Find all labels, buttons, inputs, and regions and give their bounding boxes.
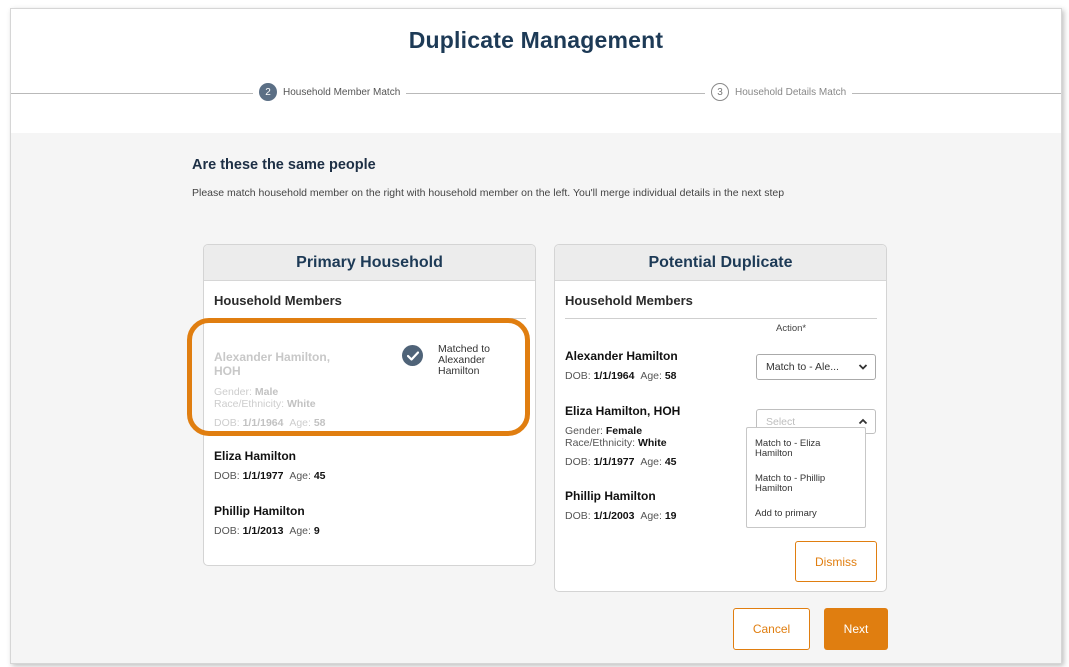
select-placeholder: Select — [766, 415, 796, 428]
action-column-label: Action* — [776, 323, 807, 334]
duplicate-member-phillip: Phillip Hamilton DOB: 1/1/2003 Age: 19 — [565, 489, 745, 522]
member-dob-age: DOB: 1/1/1977 Age: 45 — [565, 456, 677, 468]
member-name: Phillip Hamilton — [565, 489, 656, 503]
page-title: Duplicate Management — [408, 27, 664, 53]
member-dob-age: DOB: 1/1/2003 Age: 19 — [565, 510, 677, 522]
match-highlight — [187, 318, 530, 436]
action-dropdown-menu: Match to - Eliza Hamilton Match to - Phi… — [746, 427, 866, 528]
primary-member-eliza: Eliza Hamilton DOB: 1/1/1977 Age: 45 — [214, 449, 514, 482]
dropdown-option-match-phillip[interactable]: Match to - Phillip Hamilton — [755, 474, 859, 494]
action-select-alexander[interactable]: Match to - Ale... — [756, 354, 876, 380]
step-household-details-match[interactable]: 3 Household Details Match — [705, 83, 853, 101]
section-description: Please match household member on the rig… — [192, 187, 785, 199]
app-window: Duplicate Management 2 Household Member … — [10, 8, 1062, 664]
step-label-household-member-match: Household Member Match — [283, 86, 401, 98]
member-dob-age: DOB: 1/1/1964 Age: 58 — [565, 370, 677, 382]
dropdown-option-match-eliza[interactable]: Match to - Eliza Hamilton — [755, 439, 859, 459]
step-household-member-match[interactable]: 2 Household Member Match — [253, 83, 407, 101]
member-name: Phillip Hamilton — [214, 504, 305, 518]
section-title: Are these the same people — [192, 157, 376, 173]
primary-member-phillip: Phillip Hamilton DOB: 1/1/2013 Age: 9 — [214, 504, 514, 537]
duplicate-members-subheading: Household Members — [565, 293, 693, 308]
duplicate-member-alexander: Alexander Hamilton DOB: 1/1/1964 Age: 58 — [565, 349, 745, 382]
member-dob-age: DOB: 1/1/1977 Age: 45 — [214, 470, 326, 482]
member-dob-age: DOB: 1/1/2013 Age: 9 — [214, 525, 320, 537]
member-name: Eliza Hamilton, HOH — [565, 404, 681, 418]
duplicate-member-eliza: Eliza Hamilton, HOH Gender: Female Race/… — [565, 404, 745, 468]
primary-members-subheading: Household Members — [214, 293, 342, 308]
primary-household-heading: Primary Household — [204, 245, 535, 281]
member-race: Race/Ethnicity: White — [565, 437, 667, 449]
stepper-line — [11, 93, 1061, 94]
potential-duplicate-heading: Potential Duplicate — [555, 245, 886, 281]
duplicate-divider — [565, 318, 877, 319]
step-number-3: 3 — [711, 83, 729, 101]
chevron-up-icon — [858, 418, 868, 425]
step-label-household-details-match: Household Details Match — [735, 86, 847, 98]
step-number-2: 2 — [259, 83, 277, 101]
cancel-button[interactable]: Cancel — [733, 608, 810, 650]
next-button[interactable]: Next — [824, 608, 888, 650]
dropdown-option-add-to-primary[interactable]: Add to primary — [755, 509, 859, 519]
member-gender: Gender: Female — [565, 425, 643, 437]
page-header: Duplicate Management 2 Household Member … — [11, 9, 1061, 133]
select-value: Match to - Ale... — [766, 361, 839, 373]
dismiss-button[interactable]: Dismiss — [795, 541, 877, 582]
member-name: Alexander Hamilton — [565, 349, 678, 363]
chevron-down-icon — [858, 364, 868, 370]
member-name: Eliza Hamilton — [214, 449, 297, 463]
